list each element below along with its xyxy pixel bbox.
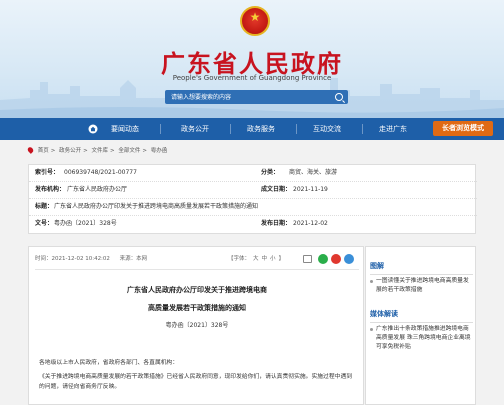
sidebar-link-media[interactable]: 广东推出十条政策措施推进跨境电商高质量发展 珠三角跨境电商企业离境可享免税补贴 [370, 325, 474, 352]
nav-divider [362, 124, 363, 134]
issuer-value: 广东省人民政府办公厅 [67, 186, 128, 193]
breadcrumb-home[interactable]: 首页 [38, 148, 49, 154]
title-value: 广东省人民政府办公厅印发关于推进跨境电商高质量发展若干政策措施的通知 [54, 203, 259, 210]
category-value: 商贸、海关、旅游 [289, 169, 338, 176]
search-box [165, 90, 348, 104]
doc-number-label: 文号： [35, 220, 54, 227]
header-banner: 广东省人民政府 People's Government of Guangdong… [0, 0, 504, 120]
nav-item-news[interactable]: 要闻动态 [100, 118, 150, 140]
sidebar-link-infographic[interactable]: 一图读懂关于推进跨境电商高质量发展的若干政策措施 [370, 277, 474, 295]
weibo-share-icon[interactable] [331, 254, 341, 264]
font-size-small[interactable]: 小 [270, 256, 276, 262]
published-date-label: 发布日期： [261, 220, 292, 227]
nav-divider [160, 124, 161, 134]
index-label: 索引号： [35, 169, 60, 176]
print-icon[interactable] [303, 255, 312, 263]
site-subtitle: People's Government of Guangdong Provinc… [172, 74, 332, 82]
published-date-value: 2021-12-02 [293, 220, 328, 227]
nav-item-services[interactable]: 政务服务 [236, 118, 286, 140]
sidebar: 图解 一图读懂关于推进跨境电商高质量发展的若干政策措施 媒体解读 广东推出十条政… [365, 246, 476, 405]
doc-number-value: 粤办函〔2021〕328号 [54, 220, 117, 227]
source-text: 来源：本网 [119, 256, 148, 262]
article-title-line2: 高质量发展若干政策措施的通知 [148, 304, 246, 312]
divider [35, 269, 359, 270]
elder-mode-button[interactable]: 长者浏览模式 [433, 121, 493, 136]
home-icon [88, 124, 98, 134]
font-size-large[interactable]: 大 [253, 256, 259, 262]
font-size-medium[interactable]: 中 [262, 256, 268, 262]
article-title-line1: 广东省人民政府办公厅印发关于推进跨境电商 [127, 286, 267, 294]
nav-item-guangdong[interactable]: 走进广东 [368, 118, 418, 140]
index-value: 006939748/2021-00777 [64, 169, 137, 176]
font-size-control: 【字体：大中小】 [228, 256, 285, 262]
search-icon[interactable] [335, 93, 343, 101]
nav-item-gov-affairs[interactable]: 政务公开 [170, 118, 220, 140]
breadcrumb: 首页 > 政务公开 > 文件库 > 全部文件 > 粤办函 [26, 146, 169, 156]
breadcrumb-all-files[interactable]: 全部文件 [118, 148, 140, 154]
national-emblem-icon [240, 6, 270, 36]
article-panel: 时间：2021-12-02 10:42:02 来源：本网 【字体：大中小】 广东… [28, 246, 364, 405]
sidebar-heading-media: 媒体解读 [370, 310, 398, 318]
nav-divider [296, 124, 297, 134]
meta-row: 索引号： 006939748/2021-00777 分类： 商贸、海关、旅游 [29, 165, 477, 182]
publish-time: 时间：2021-12-02 10:42:02 [35, 256, 110, 262]
main-nav: 要闻动态 政务公开 政务服务 互动交流 走进广东 [0, 118, 504, 140]
title-label: 标题： [35, 203, 54, 210]
sidebar-heading-infographic: 图解 [370, 262, 384, 270]
breadcrumb-gov-affairs[interactable]: 政务公开 [59, 148, 81, 154]
created-date-value: 2021-11-19 [293, 186, 328, 193]
nav-item-interaction[interactable]: 互动交流 [302, 118, 352, 140]
meta-row: 发布机构： 广东省人民政府办公厅 成文日期： 2021-11-19 [29, 182, 477, 199]
qq-share-icon[interactable] [344, 254, 354, 264]
article-paragraph: 各地级以上市人民政府，省政府各部门、各直属机构： [39, 360, 179, 366]
nav-divider [230, 124, 231, 134]
divider [370, 274, 473, 275]
breadcrumb-current[interactable]: 粤办函 [151, 148, 168, 154]
created-date-label: 成文日期： [261, 186, 292, 193]
breadcrumb-file-library[interactable]: 文件库 [92, 148, 109, 154]
location-pin-icon [26, 146, 35, 154]
article-paragraph: 《关于推进跨境电商高质量发展的若干政策措施》已经省人民政府同意，现印发给你们，请… [39, 374, 353, 390]
issuer-label: 发布机构： [35, 186, 66, 193]
article-toolbar: 时间：2021-12-02 10:42:02 来源：本网 【字体：大中小】 [35, 253, 359, 265]
wechat-share-icon[interactable] [318, 254, 328, 264]
meta-row: 标题： 广东省人民政府办公厅印发关于推进跨境电商高质量发展若干政策措施的通知 [29, 199, 477, 216]
divider [370, 322, 473, 323]
search-input[interactable] [171, 92, 321, 102]
category-label: 分类： [261, 169, 280, 176]
meta-row: 文号： 粤办函〔2021〕328号 发布日期： 2021-12-02 [29, 216, 477, 233]
document-metadata: 索引号： 006939748/2021-00777 分类： 商贸、海关、旅游 发… [28, 164, 477, 234]
article-doc-number: 粤办函〔2021〕328号 [165, 322, 229, 329]
